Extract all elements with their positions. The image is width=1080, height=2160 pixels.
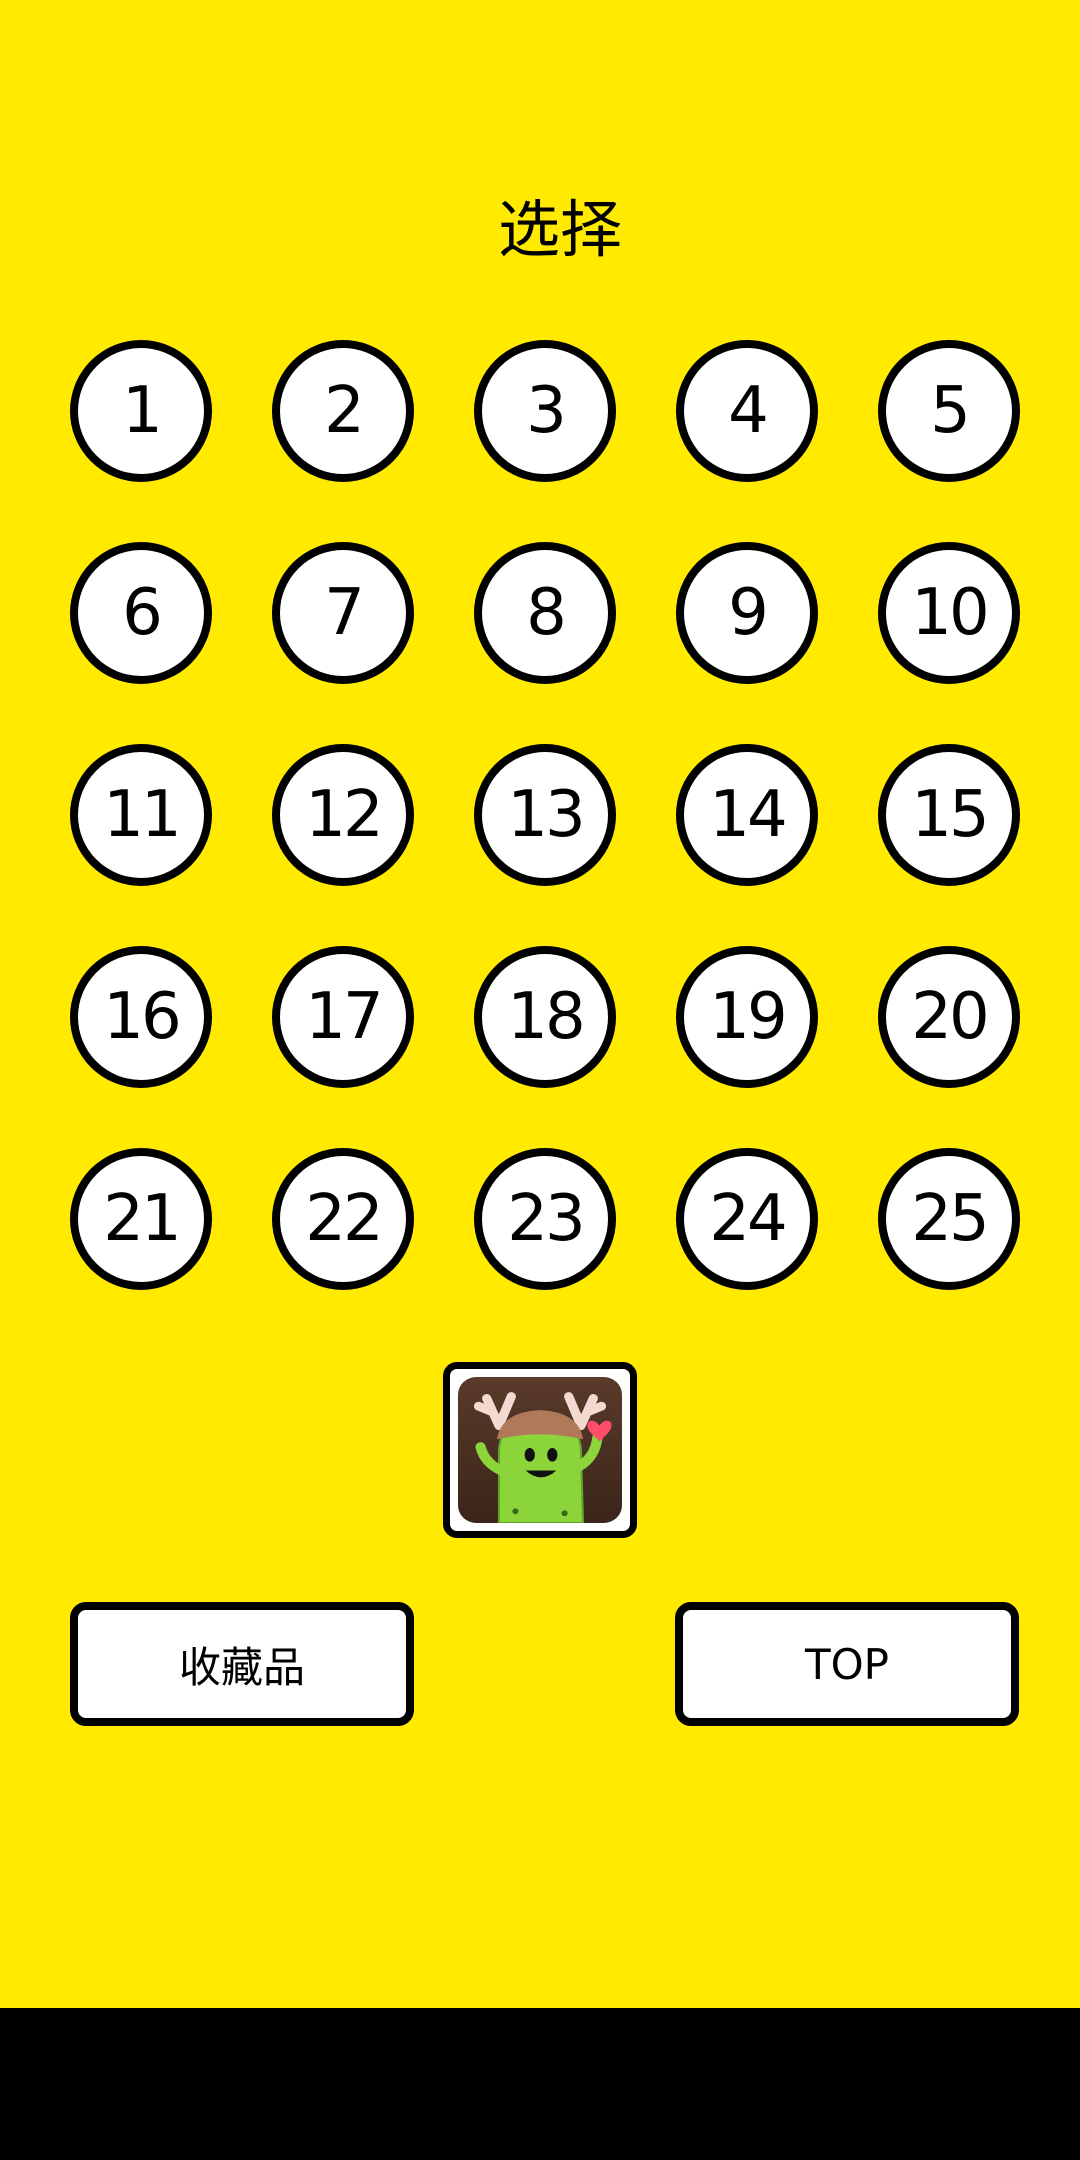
- level-button-7[interactable]: 7: [272, 542, 414, 684]
- level-button-24[interactable]: 24: [676, 1148, 818, 1290]
- level-button-23[interactable]: 23: [474, 1148, 616, 1290]
- level-button-1[interactable]: 1: [70, 340, 212, 482]
- level-button-6[interactable]: 6: [70, 542, 212, 684]
- level-button-4[interactable]: 4: [676, 340, 818, 482]
- level-button-5[interactable]: 5: [878, 340, 1020, 482]
- system-navigation-bar: [0, 2008, 1080, 2160]
- top-button[interactable]: TOP: [675, 1602, 1019, 1726]
- level-button-22[interactable]: 22: [272, 1148, 414, 1290]
- level-grid: 1 2 3 4 5 6 7 8 9 10 11 12 13 14 15 16 1…: [70, 340, 1020, 1290]
- level-button-13[interactable]: 13: [474, 744, 616, 886]
- level-button-21[interactable]: 21: [70, 1148, 212, 1290]
- level-button-19[interactable]: 19: [676, 946, 818, 1088]
- level-button-16[interactable]: 16: [70, 946, 212, 1088]
- level-select-screen: 选择 1 2 3 4 5 6 7 8 9 10 11 12 13 14 15 1…: [0, 0, 1080, 2008]
- level-button-14[interactable]: 14: [676, 744, 818, 886]
- level-button-11[interactable]: 11: [70, 744, 212, 886]
- level-button-17[interactable]: 17: [272, 946, 414, 1088]
- level-button-3[interactable]: 3: [474, 340, 616, 482]
- level-button-12[interactable]: 12: [272, 744, 414, 886]
- collection-button[interactable]: 收藏品: [70, 1602, 414, 1726]
- green-monster-with-antlers-icon: [458, 1377, 622, 1523]
- level-button-2[interactable]: 2: [272, 340, 414, 482]
- character-avatar-button[interactable]: [443, 1362, 637, 1538]
- page-title: 选择: [497, 193, 622, 266]
- level-button-20[interactable]: 20: [878, 946, 1020, 1088]
- level-button-18[interactable]: 18: [474, 946, 616, 1088]
- level-button-9[interactable]: 9: [676, 542, 818, 684]
- level-button-8[interactable]: 8: [474, 542, 616, 684]
- level-button-25[interactable]: 25: [878, 1148, 1020, 1290]
- level-button-10[interactable]: 10: [878, 542, 1020, 684]
- level-button-15[interactable]: 15: [878, 744, 1020, 886]
